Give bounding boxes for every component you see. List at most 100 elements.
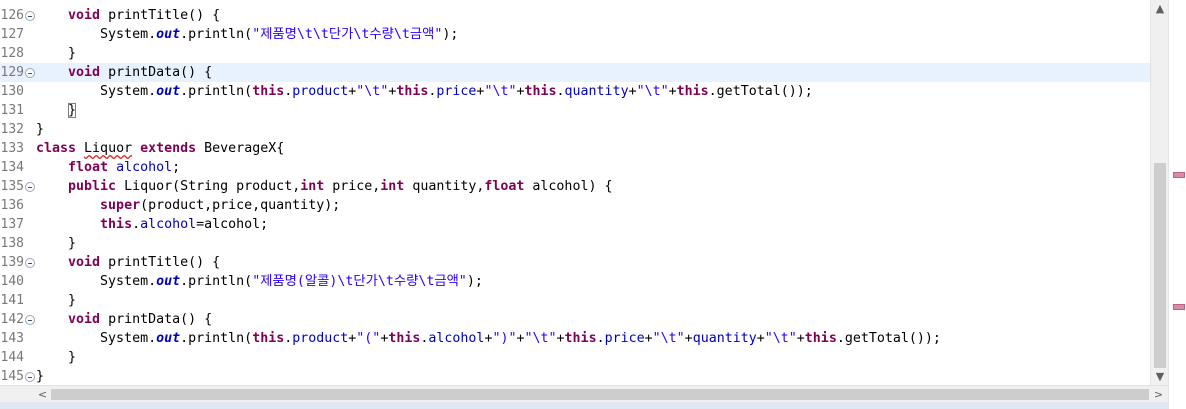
code-content[interactable]: void printTitle() {	[36, 253, 220, 272]
fold-toggle-icon[interactable]	[25, 11, 35, 21]
code-line[interactable]: 139 void printTitle() {	[0, 253, 1150, 272]
field-token: price	[436, 84, 477, 99]
code-content[interactable]: }	[36, 291, 76, 310]
code-line[interactable]: 143 System.out.println(this.product+"("+…	[0, 329, 1150, 348]
line-number: 133	[0, 141, 24, 156]
horizontal-scroll-thumb[interactable]	[51, 389, 1149, 400]
code-line[interactable]: 133 class Liquor extends BeverageX{	[0, 139, 1150, 158]
overview-annotation-marker[interactable]	[1173, 172, 1185, 178]
code-content[interactable]: System.out.println(this.product+"\t"+thi…	[36, 82, 813, 101]
keyword-token: this	[676, 84, 709, 99]
code-content[interactable]: void printData() {	[36, 63, 212, 82]
keyword-token: extends	[140, 141, 197, 156]
code-line[interactable]: 129 void printData() {	[0, 63, 1150, 82]
code-line[interactable]: 130 System.out.println(this.product+"\t"…	[0, 82, 1150, 101]
code-text: printData() {	[100, 312, 213, 327]
scroll-left-icon[interactable]: <	[34, 386, 51, 403]
fold-toggle-icon[interactable]	[25, 182, 35, 192]
code-content[interactable]: this.alcohol=alcohol;	[36, 215, 268, 234]
code-text: +	[668, 84, 677, 99]
code-content[interactable]: void printTitle() {	[36, 6, 220, 25]
string-literal: "\t"	[652, 331, 685, 346]
code-line[interactable]: 145}	[0, 367, 1150, 385]
code-content[interactable]: }	[36, 348, 76, 367]
code-content[interactable]: System.out.println("제품명\t\t단가\t수량\t금액");	[36, 25, 458, 44]
code-line[interactable]: 135 public Liquor(String product,int pri…	[0, 177, 1150, 196]
vertical-scroll-thumb[interactable]	[1154, 163, 1166, 368]
scroll-down-icon[interactable]: ▼	[1151, 368, 1169, 385]
fold-toggle-icon[interactable]	[25, 372, 35, 382]
code-content[interactable]: System.out.println("제품명(알콜)\t단가\t수량\t금액"…	[36, 272, 483, 291]
code-line[interactable]: 128 }	[0, 44, 1150, 63]
keyword-token: this	[100, 217, 133, 232]
code-text: +	[684, 331, 693, 346]
string-literal: "\t"	[356, 84, 389, 99]
horizontal-scrollbar[interactable]: < >	[0, 385, 1168, 403]
code-content[interactable]: class Liquor extends BeverageX{	[36, 139, 284, 158]
code-text: System.	[36, 331, 157, 346]
keyword-token: int	[300, 179, 325, 194]
code-text: }	[36, 122, 45, 137]
code-line[interactable]: 138 }	[0, 234, 1150, 253]
code-content[interactable]: super(product,price,quantity);	[36, 196, 340, 215]
code-text: +	[756, 331, 765, 346]
code-line[interactable]: 134 float alcohol;	[0, 158, 1150, 177]
code-content[interactable]: public Liquor(String product,int price,i…	[36, 177, 612, 196]
code-line[interactable]: 144 }	[0, 348, 1150, 367]
code-text: printTitle() {	[100, 8, 221, 23]
scroll-right-icon[interactable]: >	[1150, 386, 1167, 403]
code-line[interactable]: 137 this.alcohol=alcohol;	[0, 215, 1150, 234]
code-content[interactable]: }	[36, 234, 76, 253]
code-text: =alcohol;	[196, 217, 269, 232]
code-line[interactable]: 141 }	[0, 291, 1150, 310]
code-editor[interactable]: 126 void printTitle() {127 System.out.pr…	[0, 0, 1150, 385]
keyword-token: this	[396, 84, 429, 99]
string-literal: "\t"	[524, 331, 557, 346]
field-token: alcohol	[140, 217, 197, 232]
fold-toggle-icon[interactable]	[25, 315, 35, 325]
keyword-token: void	[68, 312, 101, 327]
code-content[interactable]: }	[36, 101, 77, 120]
vertical-scrollbar[interactable]: ▲ ▼	[1150, 0, 1169, 385]
code-line[interactable]: 127 System.out.println("제품명\t\t단가\t수량\t금…	[0, 25, 1150, 44]
code-line[interactable]: 142 void printData() {	[0, 310, 1150, 329]
fold-toggle-icon[interactable]	[25, 68, 35, 78]
scroll-up-icon[interactable]: ▲	[1151, 0, 1169, 17]
overview-ruler[interactable]	[1168, 0, 1186, 409]
field-token: product	[292, 331, 349, 346]
code-line[interactable]: 136 super(product,price,quantity);	[0, 196, 1150, 215]
code-content[interactable]: }	[36, 367, 44, 385]
keyword-token: this	[524, 84, 557, 99]
line-number: 141	[0, 293, 24, 308]
field-token: alcohol	[116, 160, 173, 175]
fold-toggle-icon[interactable]	[25, 258, 35, 268]
string-literal: "\t"	[484, 84, 517, 99]
code-text: .getTotal());	[708, 84, 813, 99]
keyword-token: this	[388, 331, 421, 346]
code-content[interactable]: System.out.println(this.product+"("+this…	[36, 329, 941, 348]
code-line[interactable]: 131 }	[0, 101, 1150, 120]
code-line[interactable]: 132}	[0, 120, 1150, 139]
overview-annotation-marker[interactable]	[1173, 304, 1185, 310]
matching-bracket: }	[68, 103, 77, 118]
keyword-token: float	[484, 179, 525, 194]
code-content[interactable]: void printData() {	[36, 310, 212, 329]
code-text: +	[516, 331, 525, 346]
code-content[interactable]: float alcohol;	[36, 158, 180, 177]
code-line[interactable]: 126 void printTitle() {	[0, 6, 1150, 25]
bottom-border	[0, 402, 1168, 409]
line-number: 127	[0, 27, 24, 42]
field-token: quantity	[692, 331, 757, 346]
code-content[interactable]: }	[36, 120, 44, 139]
line-number: 131	[0, 103, 24, 118]
line-number: 143	[0, 331, 24, 346]
line-number: 130	[0, 84, 24, 99]
code-text: );	[442, 27, 459, 42]
code-content[interactable]: }	[36, 44, 76, 63]
code-line[interactable]: 140 System.out.println("제품명(알콜)\t단가\t수량\…	[0, 272, 1150, 291]
